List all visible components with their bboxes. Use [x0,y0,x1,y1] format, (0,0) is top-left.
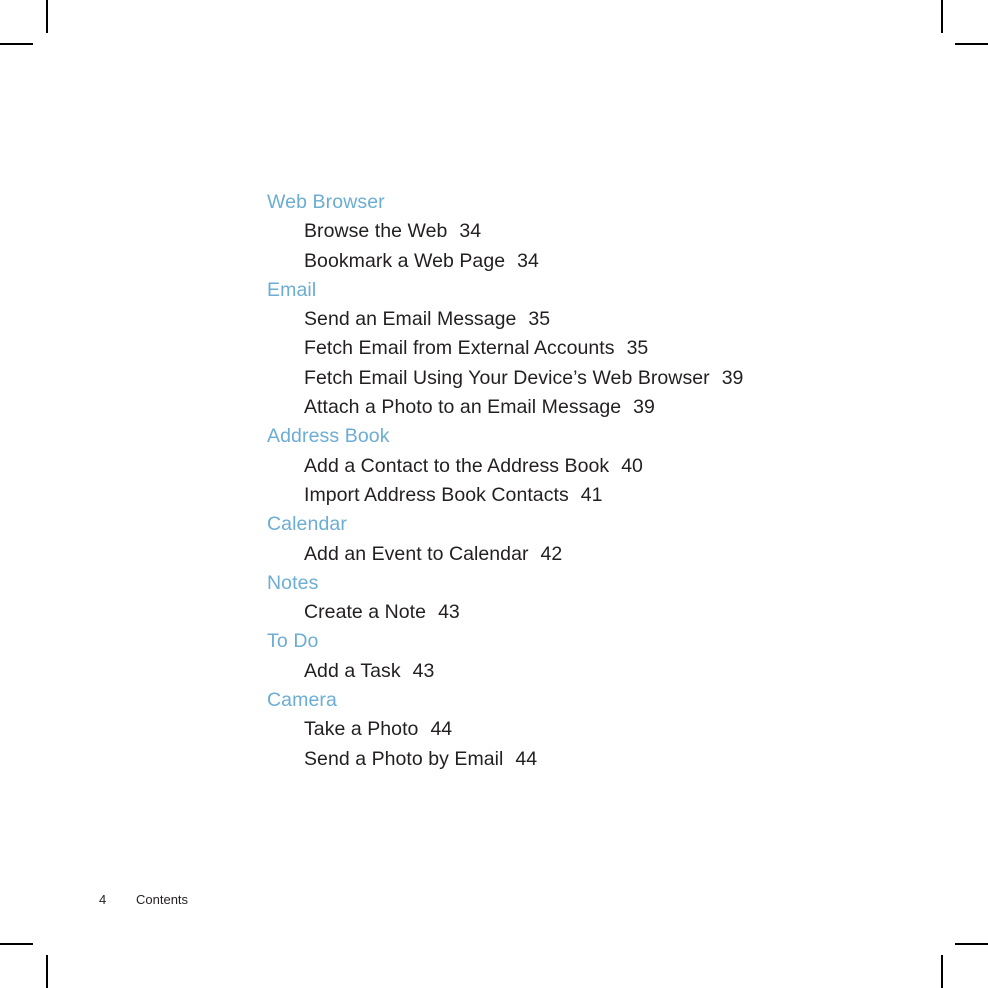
toc-entry-title: Add an Event to Calendar [304,542,529,565]
toc-entry-title: Take a Photo [304,718,419,741]
crop-mark-bottom-left-vertical [46,955,48,988]
toc-section-heading[interactable]: Calendar [267,510,887,539]
crop-mark-top-right-horizontal [955,43,988,45]
toc-entry-page-number: 42 [540,542,563,565]
toc-entry[interactable]: Send a Photo by Email 44 [267,745,887,774]
toc-entry[interactable]: Take a Photo 44 [267,715,887,744]
toc-entry[interactable]: Attach a Photo to an Email Message 39 [267,393,887,422]
toc-entry-page-number: 34 [459,220,482,243]
crop-mark-bottom-right-vertical [941,955,943,988]
toc-entry[interactable]: Bookmark a Web Page 34 [267,247,887,276]
toc-section-heading[interactable]: To Do [267,627,887,656]
toc-entry[interactable]: Browse the Web 34 [267,217,887,246]
toc-entry-title: Send an Email Message [304,308,517,331]
toc-section-heading[interactable]: Camera [267,686,887,715]
crop-mark-top-left-vertical [46,0,48,33]
toc-entry[interactable]: Create a Note 43 [267,598,887,627]
crop-mark-bottom-left-horizontal [0,943,33,945]
toc-entry-page-number: 35 [626,337,649,360]
footer-section-label: Contents [136,892,189,907]
toc-section-heading[interactable]: Notes [267,569,887,598]
page-footer: 4 Contents [99,891,188,909]
toc-entry[interactable]: Add an Event to Calendar 42 [267,540,887,569]
toc-entry-page-number: 34 [517,249,539,272]
toc-entry[interactable]: Fetch Email Using Your Device’s Web Brow… [267,364,887,393]
table-of-contents: Web Browser Browse the Web 34 Bookmark a We… [267,188,887,774]
toc-group: To Do Add a Task 43 [267,627,887,686]
toc-entry-page-number: 39 [633,396,655,419]
toc-group: Camera Take a Photo 44 Send a Photo by Emai… [267,686,887,774]
toc-entry-title: Add a Contact to the Address Book [304,454,610,477]
toc-entry-page-number: 40 [621,454,643,477]
toc-entry-title: Fetch Email from External Accounts [304,337,615,360]
toc-entry-title: Bookmark a Web Page [304,249,506,272]
toc-section-heading[interactable]: Address Book [267,422,887,451]
toc-group: Address Book Add a Contact to the Address… [267,422,887,510]
toc-entry-page-number: 44 [515,747,538,770]
toc-group: Calendar Add an Event to Calendar 42 [267,510,887,569]
toc-entry-title: Add a Task [304,659,401,682]
toc-entry-title: Create a Note [304,601,427,624]
crop-mark-top-left-horizontal [0,43,33,45]
toc-section-heading[interactable]: Email [267,276,887,305]
crop-mark-top-right-vertical [941,0,943,33]
toc-group: Notes Create a Note 43 [267,569,887,628]
toc-group: Email Send an Email Message 35 Fetch Email … [267,276,887,422]
toc-entry[interactable]: Add a Task 43 [267,657,887,686]
toc-entry-page-number: 43 [438,601,460,624]
toc-entry-title: Fetch Email Using Your Device’s Web Brow… [304,366,710,389]
toc-entry[interactable]: Add a Contact to the Address Book 40 [267,452,887,481]
toc-entry-page-number: 39 [721,366,744,389]
toc-entry-page-number: 43 [412,659,435,682]
toc-entry[interactable]: Send an Email Message 35 [267,305,887,334]
toc-entry-title: Browse the Web [304,220,448,243]
toc-entry[interactable]: Import Address Book Contacts 41 [267,481,887,510]
document-page: Web Browser Browse the Web 34 Bookmark a We… [0,0,988,988]
crop-mark-bottom-right-horizontal [955,943,988,945]
toc-entry-title: Send a Photo by Email [304,747,504,770]
toc-group: Web Browser Browse the Web 34 Bookmark a We… [267,188,887,276]
toc-entry-page-number: 44 [430,718,453,741]
toc-entry-page-number: 41 [580,483,603,506]
toc-entry[interactable]: Fetch Email from External Accounts 35 [267,334,887,363]
toc-entry-title: Attach a Photo to an Email Message [304,396,622,419]
toc-entry-page-number: 35 [528,308,551,331]
toc-entry-title: Import Address Book Contacts [304,483,569,506]
toc-section-heading[interactable]: Web Browser [267,188,887,217]
footer-page-number: 4 [99,892,107,907]
